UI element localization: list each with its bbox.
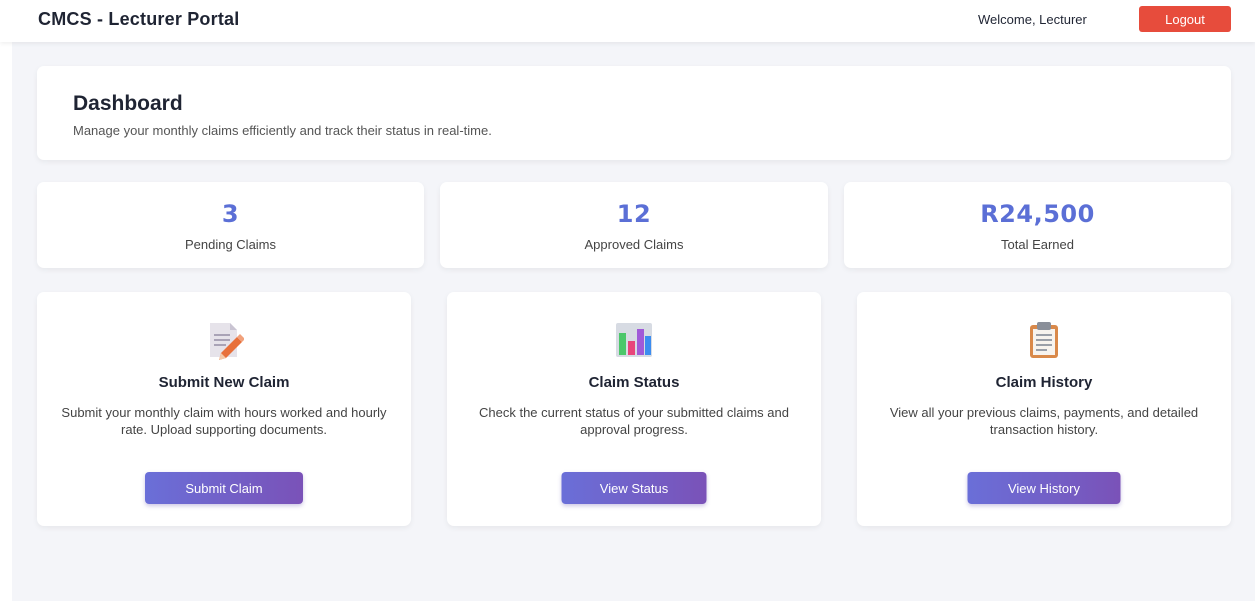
logout-button[interactable]: Logout: [1139, 6, 1231, 32]
welcome-text: Welcome, Lecturer: [978, 12, 1087, 27]
feature-description: Submit your monthly claim with hours wor…: [61, 405, 387, 437]
stat-card-pending: 3 Pending Claims: [37, 182, 424, 268]
stat-value: R24,500: [980, 200, 1095, 228]
memo-pencil-icon: [210, 323, 244, 360]
stat-card-approved: 12 Approved Claims: [440, 182, 828, 268]
main-content: Dashboard Manage your monthly claims eff…: [12, 42, 1255, 601]
feature-title: Claim History: [995, 374, 1093, 391]
stat-card-total-earned: R24,500 Total Earned: [844, 182, 1231, 268]
top-navbar: CMCS - Lecturer Portal Welcome, Lecturer…: [0, 0, 1255, 42]
feature-description: Check the current status of your submitt…: [479, 405, 789, 437]
stat-value: 3: [221, 200, 240, 228]
feature-title: Claim Status: [588, 374, 680, 391]
bar-chart-icon: [616, 323, 652, 357]
feature-title: Submit New Claim: [158, 374, 290, 391]
feature-card-submit-claim: Submit New Claim Submit your monthly cla…: [37, 292, 411, 526]
view-status-button[interactable]: View Status: [561, 472, 707, 504]
page-subtitle: Manage your monthly claims efficiently a…: [73, 123, 492, 138]
dashboard-card: Dashboard Manage your monthly claims eff…: [37, 66, 1231, 160]
feature-description: View all your previous claims, payments,…: [889, 405, 1199, 437]
stat-label: Pending Claims: [184, 237, 277, 252]
feature-card-claim-status: Claim Status Check the current status of…: [447, 292, 821, 526]
submit-claim-button[interactable]: Submit Claim: [145, 472, 303, 504]
page-title: Dashboard: [73, 92, 183, 115]
stat-label: Approved Claims: [584, 237, 684, 252]
portal-brand[interactable]: CMCS - Lecturer Portal: [38, 9, 239, 30]
stat-value: 12: [616, 200, 652, 228]
view-history-button[interactable]: View History: [967, 472, 1121, 504]
stat-label: Total Earned: [1001, 237, 1074, 252]
clipboard-icon: [1030, 322, 1058, 358]
feature-card-claim-history: Claim History View all your previous cla…: [857, 292, 1231, 526]
